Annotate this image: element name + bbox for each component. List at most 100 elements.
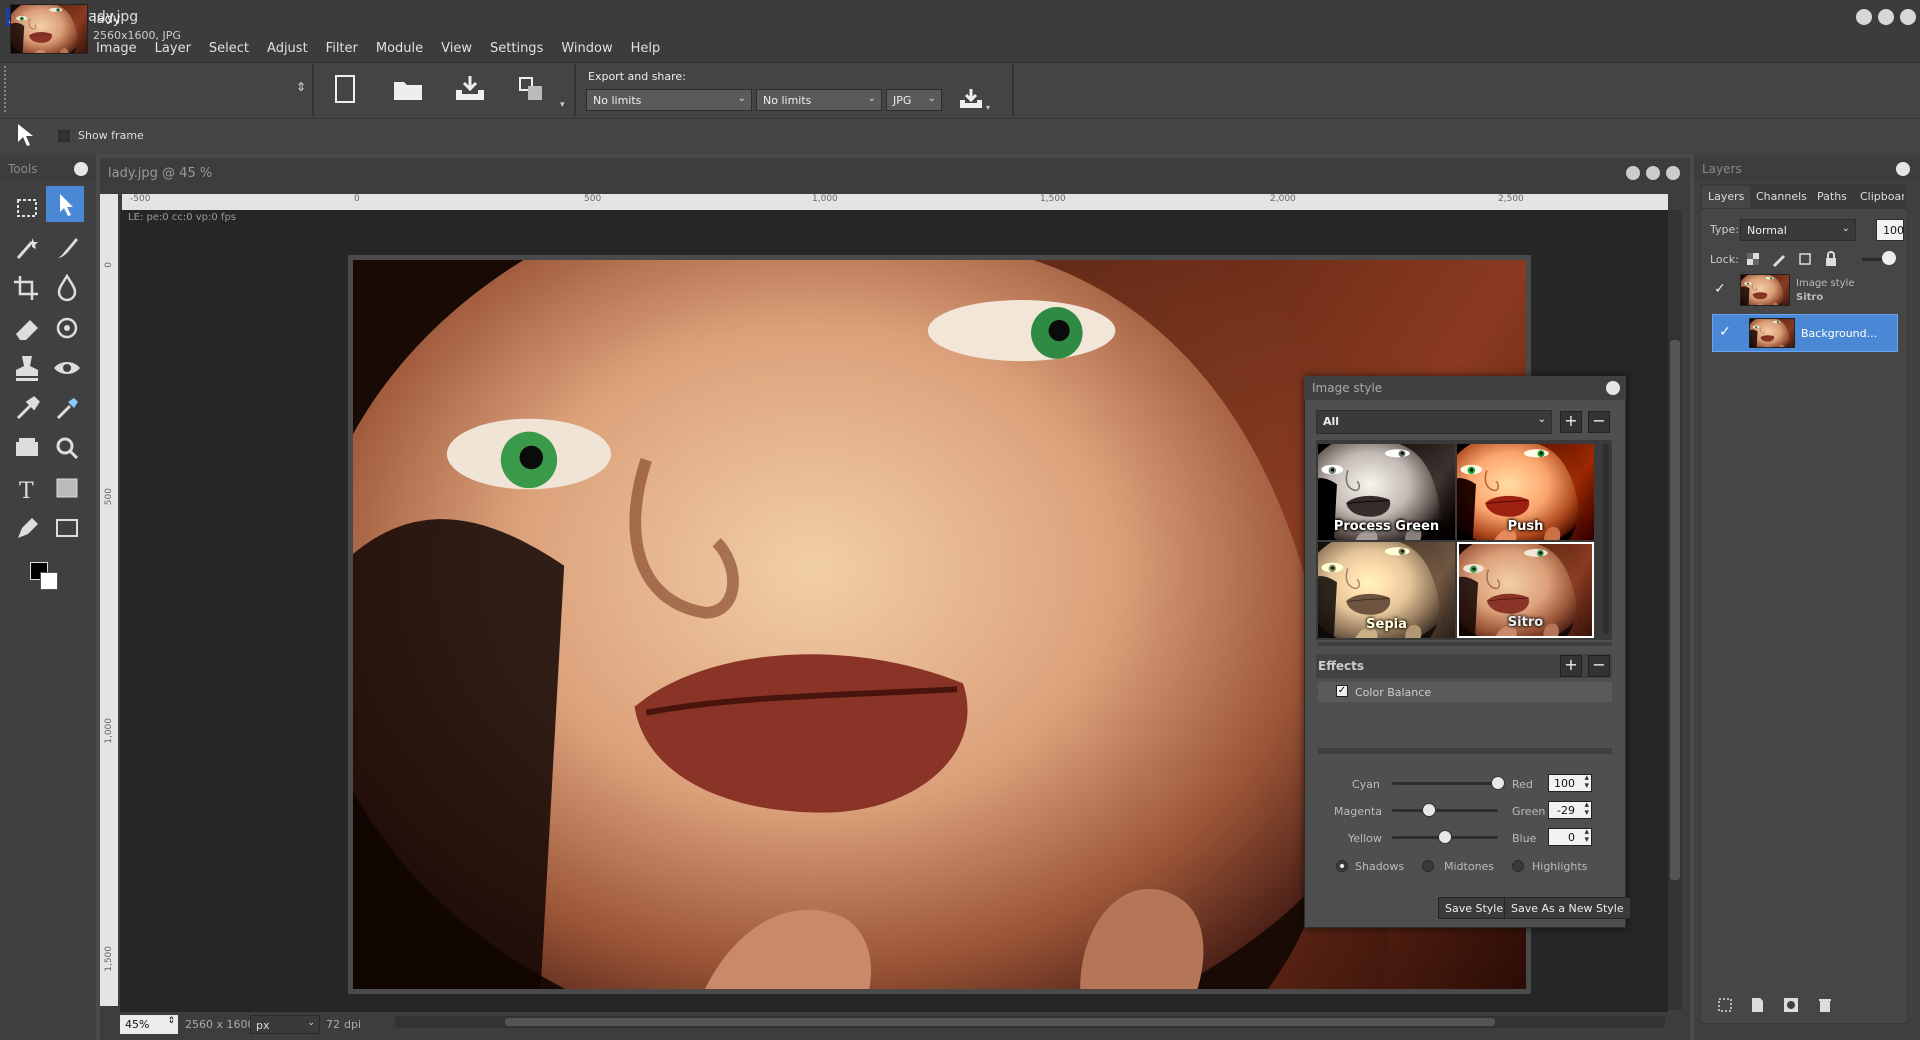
close-window-button[interactable] bbox=[1900, 9, 1916, 25]
spinner-icon[interactable]: ⇕ bbox=[167, 1016, 175, 1026]
rectangle-select-icon[interactable] bbox=[8, 190, 46, 226]
eyedropper-icon[interactable] bbox=[8, 390, 46, 426]
blend-mode-select[interactable]: Normal ⌄ bbox=[1740, 219, 1856, 241]
tab-channels[interactable]: Channels bbox=[1756, 190, 1807, 203]
save-icon[interactable] bbox=[452, 72, 488, 106]
spinner-icon[interactable]: ▴ ▾ bbox=[1584, 801, 1589, 818]
move-icon[interactable] bbox=[46, 186, 84, 222]
lock-position-icon[interactable] bbox=[1796, 250, 1814, 268]
highlights-radio[interactable] bbox=[1512, 860, 1524, 872]
lock-pixels-icon[interactable] bbox=[1770, 250, 1788, 268]
canvas-close-icon[interactable] bbox=[1666, 166, 1680, 180]
toolbar-more-icon[interactable]: ▾ bbox=[560, 100, 565, 110]
spinner-icon[interactable]: ▴ ▾ bbox=[1584, 828, 1589, 845]
export-limit-select-1[interactable]: No limits ⌄ bbox=[586, 89, 752, 111]
layer-row-image-style[interactable]: ✓ Image style Sitro bbox=[1708, 272, 1894, 310]
export-format-select[interactable]: JPG ⌄ bbox=[886, 89, 942, 111]
magenta-green-slider[interactable] bbox=[1392, 809, 1498, 812]
spinner-icon[interactable]: ▴ ▾ bbox=[1584, 774, 1589, 791]
red-value-input[interactable]: 100 ▴ ▾ bbox=[1548, 774, 1592, 792]
tab-layers[interactable]: Layers bbox=[1708, 190, 1744, 203]
layer-visibility-checkbox[interactable]: ✓ bbox=[1714, 282, 1726, 296]
lock-all-icon[interactable] bbox=[1822, 250, 1840, 268]
remove-effect-button[interactable]: − bbox=[1588, 655, 1610, 677]
menu-help[interactable]: Help bbox=[622, 41, 670, 56]
blue-value-input[interactable]: 0 ▴ ▾ bbox=[1548, 828, 1592, 846]
heal-icon[interactable] bbox=[48, 310, 86, 346]
new-layer-icon[interactable] bbox=[1748, 996, 1766, 1014]
text-icon[interactable]: T bbox=[8, 470, 46, 506]
menu-image[interactable]: Image bbox=[87, 41, 146, 56]
canvas-minimize-icon[interactable] bbox=[1626, 166, 1640, 180]
tab-clipboard[interactable]: Clipboard bbox=[1860, 190, 1904, 203]
new-document-icon[interactable] bbox=[326, 72, 362, 106]
style-category-select[interactable]: All ⌄ bbox=[1316, 410, 1552, 434]
image-style-close-icon[interactable] bbox=[1606, 381, 1620, 395]
show-frame-checkbox[interactable] bbox=[58, 130, 70, 142]
style-thumb-process-green[interactable]: Process Green bbox=[1318, 444, 1455, 540]
style-thumb-sitro[interactable]: Sitro bbox=[1457, 542, 1594, 638]
menu-select[interactable]: Select bbox=[200, 41, 258, 56]
tools-close-icon[interactable] bbox=[74, 162, 88, 176]
zoom-input[interactable]: 45% ⇕ bbox=[120, 1015, 178, 1034]
menu-filter[interactable]: Filter bbox=[317, 41, 367, 56]
unit-select[interactable]: px ⌄ bbox=[250, 1015, 320, 1034]
tab-paths[interactable]: Paths bbox=[1817, 190, 1847, 203]
layer-visibility-checkbox[interactable]: ✓ bbox=[1719, 325, 1731, 339]
canvas-restore-icon[interactable] bbox=[1646, 166, 1660, 180]
magic-wand-icon[interactable] bbox=[8, 230, 46, 266]
menu-window[interactable]: Window bbox=[552, 41, 621, 56]
eraser-icon[interactable] bbox=[8, 310, 46, 346]
pen-icon[interactable] bbox=[8, 510, 46, 546]
eye-icon[interactable] bbox=[48, 350, 86, 386]
minimize-button[interactable] bbox=[1856, 9, 1872, 25]
shadows-radio[interactable] bbox=[1336, 860, 1348, 872]
horizontal-scrollbar-thumb[interactable] bbox=[505, 1018, 1495, 1026]
menu-layer[interactable]: Layer bbox=[146, 41, 200, 56]
transform-icon[interactable] bbox=[514, 72, 550, 106]
gallery-scrollbar[interactable] bbox=[1603, 444, 1609, 634]
layer-row-background[interactable]: ✓ Background... bbox=[1712, 314, 1898, 352]
midtones-radio[interactable] bbox=[1422, 860, 1434, 872]
add-effect-button[interactable]: + bbox=[1560, 655, 1582, 677]
green-value-input[interactable]: -29 ▴ ▾ bbox=[1548, 801, 1592, 819]
gradient-icon[interactable] bbox=[48, 470, 86, 506]
stamp-icon[interactable] bbox=[8, 350, 46, 386]
save-new-style-button[interactable]: Save As a New Style bbox=[1504, 897, 1631, 919]
magenta-green-knob[interactable] bbox=[1422, 803, 1437, 817]
delete-layer-icon[interactable] bbox=[1816, 996, 1834, 1014]
layers-close-icon[interactable] bbox=[1896, 162, 1910, 176]
export-limit-select-2[interactable]: No limits ⌄ bbox=[756, 89, 882, 111]
document-thumbnail[interactable] bbox=[10, 4, 88, 54]
save-style-button[interactable]: Save Style bbox=[1438, 897, 1511, 919]
cyan-red-slider[interactable] bbox=[1392, 782, 1498, 785]
drop-icon[interactable] bbox=[48, 270, 86, 306]
toolbar-grip[interactable] bbox=[4, 66, 8, 112]
menu-module[interactable]: Module bbox=[367, 41, 432, 56]
add-style-button[interactable]: + bbox=[1560, 411, 1582, 433]
menu-view[interactable]: View bbox=[432, 41, 481, 56]
layer-mask-icon[interactable] bbox=[1782, 996, 1800, 1014]
remove-style-button[interactable]: − bbox=[1588, 411, 1610, 433]
color-replace-icon[interactable] bbox=[48, 390, 86, 426]
document-switch-arrows-icon[interactable]: ⇕ bbox=[296, 80, 306, 94]
maximize-button[interactable] bbox=[1878, 9, 1894, 25]
style-thumb-push[interactable]: Push bbox=[1457, 444, 1594, 540]
effect-enabled-checkbox[interactable]: ✓ bbox=[1336, 685, 1348, 697]
menu-adjust[interactable]: Adjust bbox=[258, 41, 317, 56]
opacity-input[interactable]: 100 bbox=[1876, 219, 1904, 241]
cyan-red-knob[interactable] bbox=[1491, 776, 1505, 790]
brush-icon[interactable] bbox=[48, 230, 86, 266]
background-color-swatch[interactable] bbox=[40, 572, 58, 590]
open-folder-icon[interactable] bbox=[390, 72, 426, 106]
vertical-scrollbar-thumb[interactable] bbox=[1670, 340, 1680, 880]
lock-transparency-icon[interactable] bbox=[1744, 250, 1762, 268]
menu-settings[interactable]: Settings bbox=[481, 41, 552, 56]
fill-slider-knob[interactable] bbox=[1882, 251, 1896, 265]
style-thumb-sepia[interactable]: Sepia bbox=[1318, 542, 1455, 638]
crop-icon[interactable] bbox=[8, 270, 46, 306]
yellow-blue-knob[interactable] bbox=[1438, 830, 1452, 844]
zoom-icon[interactable] bbox=[48, 430, 86, 466]
new-group-icon[interactable] bbox=[1716, 996, 1734, 1014]
stamp2-icon[interactable] bbox=[8, 430, 46, 466]
